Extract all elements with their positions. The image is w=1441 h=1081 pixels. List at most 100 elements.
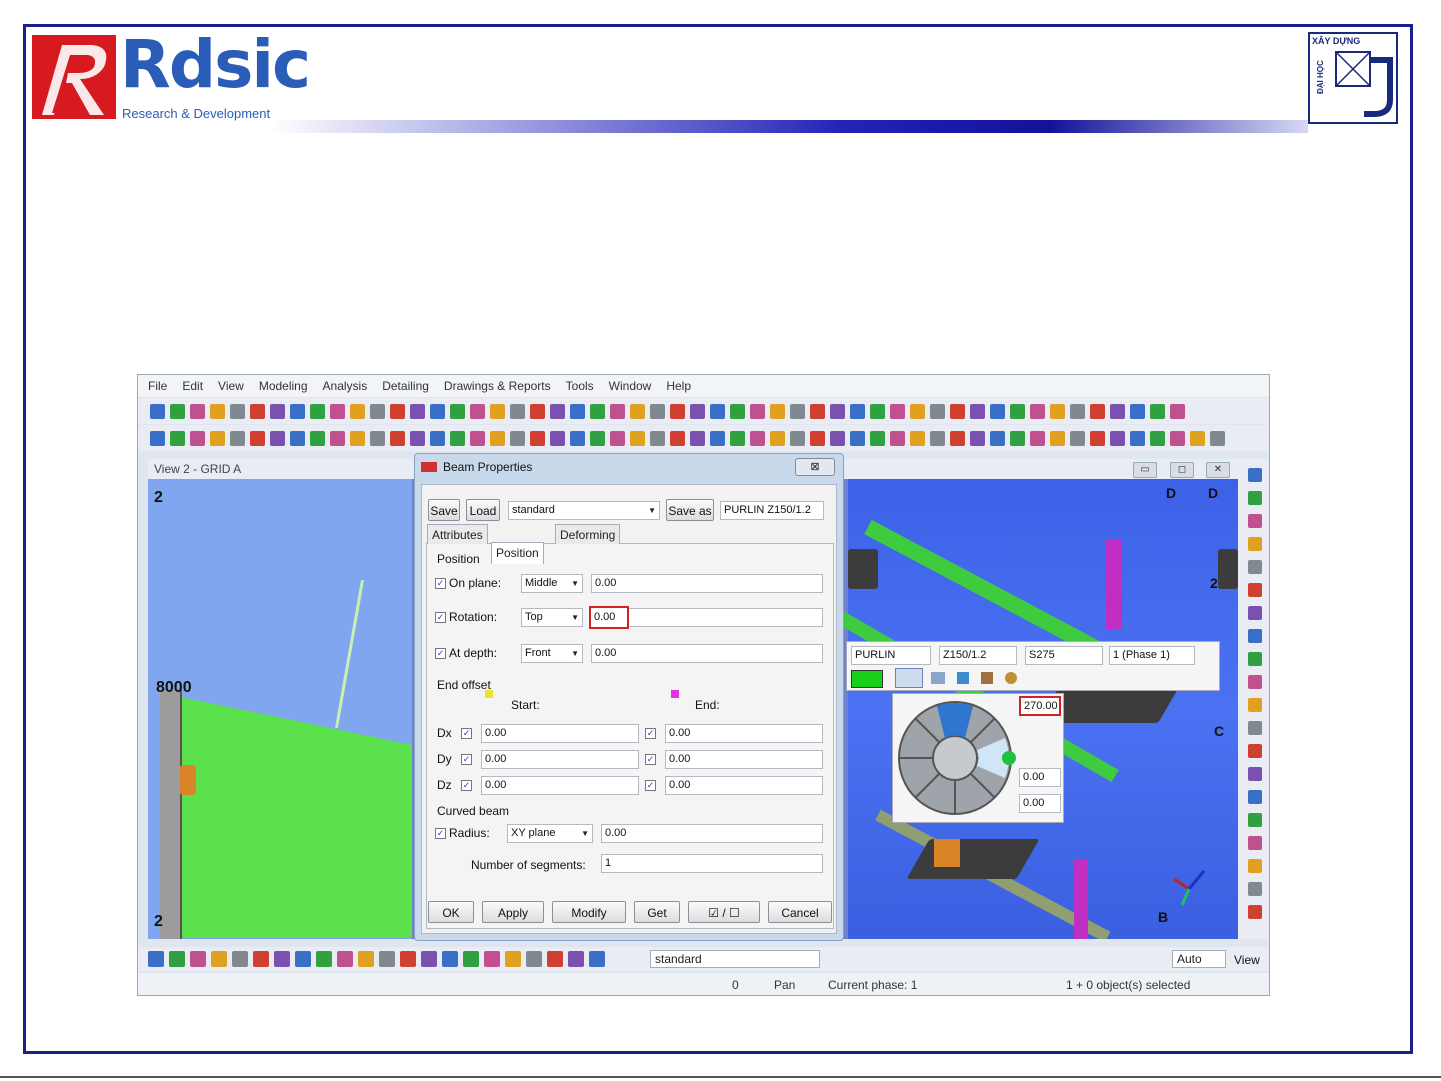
- toolbar-tool-icon[interactable]: [470, 403, 485, 419]
- radius-input[interactable]: 0.00: [601, 824, 823, 843]
- toolbar-tool-icon[interactable]: [210, 403, 225, 419]
- toolbar-tool-icon[interactable]: [1247, 491, 1262, 505]
- radius-checkbox[interactable]: ✓: [435, 828, 446, 839]
- popup-profile[interactable]: Z150/1.2: [939, 646, 1017, 665]
- on-plane-input[interactable]: 0.00: [591, 574, 823, 593]
- toolbar-tool-icon[interactable]: [190, 430, 205, 446]
- rotation-icon[interactable]: [931, 672, 945, 684]
- toolbar-tool-icon[interactable]: [870, 430, 885, 446]
- toolbar-tool-icon[interactable]: [1247, 583, 1262, 597]
- toolbar-tool-icon[interactable]: [170, 430, 185, 446]
- toolbar-tool-icon[interactable]: [1247, 905, 1262, 919]
- toolbar-tool-icon[interactable]: [1070, 403, 1085, 419]
- toolbar-tool-icon[interactable]: [830, 403, 845, 419]
- toolbar-tool-icon[interactable]: [1247, 859, 1262, 873]
- toolbar-tool-icon[interactable]: [510, 430, 525, 446]
- save-as-name-input[interactable]: PURLIN Z150/1.2: [720, 501, 824, 520]
- toolbar-tool-icon[interactable]: [379, 951, 395, 967]
- toolbar-tool-icon[interactable]: [1150, 403, 1165, 419]
- toolbar-tool-icon[interactable]: [190, 951, 206, 967]
- tab-attributes[interactable]: Attributes: [427, 524, 488, 544]
- toolbar-tool-icon[interactable]: [1170, 430, 1185, 446]
- toolbar-tool-icon[interactable]: [670, 430, 685, 446]
- toolbar-tool-icon[interactable]: [830, 430, 845, 446]
- toolbar-tool-icon[interactable]: [850, 403, 865, 419]
- modify-button[interactable]: Modify: [552, 901, 626, 923]
- apply-button[interactable]: Apply: [482, 901, 544, 923]
- tool-icon[interactable]: [981, 672, 993, 684]
- minimize-button[interactable]: ▭: [1133, 462, 1157, 478]
- dz-start-input[interactable]: 0.00: [481, 776, 639, 795]
- toolbar-tool-icon[interactable]: [1247, 514, 1262, 528]
- toolbar-tool-icon[interactable]: [1247, 629, 1262, 643]
- toolbar-tool-icon[interactable]: [568, 951, 584, 967]
- toolbar-tool-icon[interactable]: [390, 403, 405, 419]
- toolbar-tool-icon[interactable]: [442, 951, 458, 967]
- radius-plane-select[interactable]: XY plane: [507, 824, 593, 843]
- toolbar-tool-icon[interactable]: [337, 951, 353, 967]
- popup-material[interactable]: S275: [1025, 646, 1103, 665]
- cancel-button[interactable]: Cancel: [768, 901, 832, 923]
- menu-drawings[interactable]: Drawings & Reports: [444, 379, 551, 393]
- toolbar-tool-icon[interactable]: [690, 403, 705, 419]
- toolbar-tool-icon[interactable]: [910, 430, 925, 446]
- toolbar-tool-icon[interactable]: [295, 951, 311, 967]
- toolbar-tool-icon[interactable]: [910, 403, 925, 419]
- color-swatch[interactable]: [851, 670, 883, 688]
- dy-end-checkbox[interactable]: ✓: [645, 754, 656, 765]
- close-icon[interactable]: ⊠: [795, 458, 835, 476]
- toolbar-tool-icon[interactable]: [470, 430, 485, 446]
- toolbar-tool-icon[interactable]: [1247, 652, 1262, 666]
- toolbar-tool-icon[interactable]: [790, 430, 805, 446]
- toolbar-tool-icon[interactable]: [400, 951, 416, 967]
- toolbar-tool-icon[interactable]: [589, 951, 605, 967]
- toolbar-tool-icon[interactable]: [232, 951, 248, 967]
- toolbar-tool-icon[interactable]: [710, 430, 725, 446]
- toolbar-tool-icon[interactable]: [750, 430, 765, 446]
- toolbar-tool-icon[interactable]: [930, 403, 945, 419]
- toolbar-tool-icon[interactable]: [530, 430, 545, 446]
- toolbar-tool-icon[interactable]: [990, 403, 1005, 419]
- toolbar-tool-icon[interactable]: [490, 430, 505, 446]
- toolbar-tool-icon[interactable]: [730, 403, 745, 419]
- toolbar-tool-icon[interactable]: [1247, 675, 1262, 689]
- menu-analysis[interactable]: Analysis: [323, 379, 368, 393]
- toolbar-tool-icon[interactable]: [630, 403, 645, 419]
- toolbar-tool-icon[interactable]: [370, 403, 385, 419]
- toolbar-tool-icon[interactable]: [1247, 744, 1262, 758]
- toolbar-tool-icon[interactable]: [290, 403, 305, 419]
- toolbar-tool-icon[interactable]: [370, 430, 385, 446]
- toolbar-tool-icon[interactable]: [547, 951, 563, 967]
- toolbar-tool-icon[interactable]: [1010, 403, 1025, 419]
- toolbar-tool-icon[interactable]: [463, 951, 479, 967]
- save-as-button[interactable]: Save as: [666, 499, 714, 521]
- menu-tools[interactable]: Tools: [566, 379, 594, 393]
- toolbar-tool-icon[interactable]: [250, 430, 265, 446]
- toolbar-tool-icon[interactable]: [1210, 430, 1225, 446]
- toolbar-tool-icon[interactable]: [253, 951, 269, 967]
- popup-phase[interactable]: 1 (Phase 1): [1109, 646, 1195, 665]
- toolbar-tool-icon[interactable]: [1030, 403, 1045, 419]
- toolbar-tool-icon[interactable]: [730, 430, 745, 446]
- toolbar-tool-icon[interactable]: [1247, 813, 1262, 827]
- rotation-wheel-icon[interactable]: [897, 698, 1017, 818]
- toolbar-tool-icon[interactable]: [421, 951, 437, 967]
- toolbar-tool-icon[interactable]: [390, 430, 405, 446]
- bottom-preset-select[interactable]: standard: [650, 950, 820, 968]
- toolbar-tool-icon[interactable]: [330, 430, 345, 446]
- get-button[interactable]: Get: [634, 901, 680, 923]
- toolbar-tool-icon[interactable]: [1247, 537, 1262, 551]
- toolbar-tool-icon[interactable]: [1247, 836, 1262, 850]
- dz-end-input[interactable]: 0.00: [665, 776, 823, 795]
- toolbar-tool-icon[interactable]: [1050, 403, 1065, 419]
- toolbar-tool-icon[interactable]: [410, 403, 425, 419]
- popup-name[interactable]: PURLIN: [851, 646, 931, 665]
- toolbar-tool-icon[interactable]: [274, 951, 290, 967]
- toolbar-tool-icon[interactable]: [1190, 430, 1205, 446]
- dz-end-checkbox[interactable]: ✓: [645, 780, 656, 791]
- toolbar-tool-icon[interactable]: [1150, 430, 1165, 446]
- toolbar-tool-icon[interactable]: [1050, 430, 1065, 446]
- toolbar-tool-icon[interactable]: [526, 951, 542, 967]
- toolbar-tool-icon[interactable]: [810, 403, 825, 419]
- toolbar-tool-icon[interactable]: [1070, 430, 1085, 446]
